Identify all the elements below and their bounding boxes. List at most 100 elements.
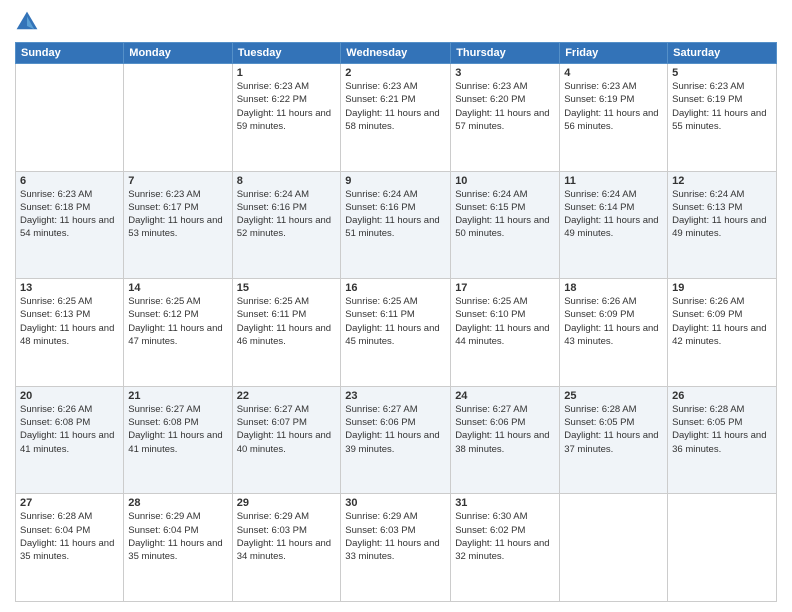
day-number: 29: [237, 497, 337, 509]
daylight-text: Daylight: 11 hours and 41 minutes.: [20, 430, 114, 454]
sunrise-text: Sunrise: 6:27 AM: [455, 404, 527, 415]
daylight-text: Daylight: 11 hours and 53 minutes.: [128, 215, 222, 239]
sunset-text: Sunset: 6:13 PM: [672, 202, 742, 213]
calendar-day-cell: 9 Sunrise: 6:24 AM Sunset: 6:16 PM Dayli…: [341, 171, 451, 279]
sunrise-text: Sunrise: 6:28 AM: [672, 404, 744, 415]
daylight-text: Daylight: 11 hours and 49 minutes.: [564, 215, 658, 239]
day-number: 1: [237, 67, 337, 79]
day-info: Sunrise: 6:29 AM Sunset: 6:03 PM Dayligh…: [345, 510, 446, 563]
sunset-text: Sunset: 6:21 PM: [345, 94, 415, 105]
daylight-text: Daylight: 11 hours and 44 minutes.: [455, 323, 549, 347]
day-number: 4: [564, 67, 663, 79]
calendar-day-cell: 28 Sunrise: 6:29 AM Sunset: 6:04 PM Dayl…: [124, 494, 232, 602]
calendar-day-cell: [124, 64, 232, 172]
day-info: Sunrise: 6:25 AM Sunset: 6:13 PM Dayligh…: [20, 295, 119, 348]
calendar-week-row: 20 Sunrise: 6:26 AM Sunset: 6:08 PM Dayl…: [16, 386, 777, 494]
sunrise-text: Sunrise: 6:27 AM: [345, 404, 417, 415]
sunset-text: Sunset: 6:09 PM: [564, 309, 634, 320]
sunset-text: Sunset: 6:22 PM: [237, 94, 307, 105]
day-number: 17: [455, 282, 555, 294]
day-number: 20: [20, 390, 119, 402]
calendar-header-row: SundayMondayTuesdayWednesdayThursdayFrid…: [16, 43, 777, 64]
sunset-text: Sunset: 6:05 PM: [564, 417, 634, 428]
sunrise-text: Sunrise: 6:24 AM: [455, 189, 527, 200]
day-number: 19: [672, 282, 772, 294]
sunrise-text: Sunrise: 6:28 AM: [564, 404, 636, 415]
sunset-text: Sunset: 6:02 PM: [455, 525, 525, 536]
daylight-text: Daylight: 11 hours and 49 minutes.: [672, 215, 766, 239]
calendar-day-cell: 24 Sunrise: 6:27 AM Sunset: 6:06 PM Dayl…: [451, 386, 560, 494]
sunset-text: Sunset: 6:03 PM: [237, 525, 307, 536]
sunrise-text: Sunrise: 6:29 AM: [237, 511, 309, 522]
sunrise-text: Sunrise: 6:28 AM: [20, 511, 92, 522]
calendar-day-cell: 19 Sunrise: 6:26 AM Sunset: 6:09 PM Dayl…: [668, 279, 777, 387]
sunset-text: Sunset: 6:09 PM: [672, 309, 742, 320]
daylight-text: Daylight: 11 hours and 54 minutes.: [20, 215, 114, 239]
daylight-text: Daylight: 11 hours and 42 minutes.: [672, 323, 766, 347]
sunset-text: Sunset: 6:03 PM: [345, 525, 415, 536]
weekday-header: Saturday: [668, 43, 777, 64]
calendar-day-cell: 5 Sunrise: 6:23 AM Sunset: 6:19 PM Dayli…: [668, 64, 777, 172]
daylight-text: Daylight: 11 hours and 40 minutes.: [237, 430, 331, 454]
sunrise-text: Sunrise: 6:23 AM: [564, 81, 636, 92]
weekday-header: Monday: [124, 43, 232, 64]
daylight-text: Daylight: 11 hours and 33 minutes.: [345, 538, 439, 562]
calendar-day-cell: 20 Sunrise: 6:26 AM Sunset: 6:08 PM Dayl…: [16, 386, 124, 494]
day-info: Sunrise: 6:25 AM Sunset: 6:11 PM Dayligh…: [237, 295, 337, 348]
weekday-header: Sunday: [16, 43, 124, 64]
sunset-text: Sunset: 6:18 PM: [20, 202, 90, 213]
calendar-day-cell: [16, 64, 124, 172]
calendar-day-cell: 25 Sunrise: 6:28 AM Sunset: 6:05 PM Dayl…: [560, 386, 668, 494]
day-info: Sunrise: 6:27 AM Sunset: 6:06 PM Dayligh…: [455, 403, 555, 456]
sunset-text: Sunset: 6:06 PM: [455, 417, 525, 428]
day-number: 12: [672, 175, 772, 187]
day-number: 6: [20, 175, 119, 187]
sunrise-text: Sunrise: 6:23 AM: [128, 189, 200, 200]
sunrise-text: Sunrise: 6:25 AM: [345, 296, 417, 307]
day-info: Sunrise: 6:24 AM Sunset: 6:14 PM Dayligh…: [564, 188, 663, 241]
sunset-text: Sunset: 6:08 PM: [20, 417, 90, 428]
calendar-day-cell: 1 Sunrise: 6:23 AM Sunset: 6:22 PM Dayli…: [232, 64, 341, 172]
day-info: Sunrise: 6:23 AM Sunset: 6:19 PM Dayligh…: [564, 80, 663, 133]
calendar-day-cell: 13 Sunrise: 6:25 AM Sunset: 6:13 PM Dayl…: [16, 279, 124, 387]
sunset-text: Sunset: 6:07 PM: [237, 417, 307, 428]
day-info: Sunrise: 6:28 AM Sunset: 6:04 PM Dayligh…: [20, 510, 119, 563]
day-info: Sunrise: 6:25 AM Sunset: 6:12 PM Dayligh…: [128, 295, 227, 348]
day-number: 31: [455, 497, 555, 509]
calendar-week-row: 27 Sunrise: 6:28 AM Sunset: 6:04 PM Dayl…: [16, 494, 777, 602]
day-number: 24: [455, 390, 555, 402]
daylight-text: Daylight: 11 hours and 50 minutes.: [455, 215, 549, 239]
day-number: 23: [345, 390, 446, 402]
daylight-text: Daylight: 11 hours and 34 minutes.: [237, 538, 331, 562]
day-info: Sunrise: 6:23 AM Sunset: 6:19 PM Dayligh…: [672, 80, 772, 133]
weekday-header: Tuesday: [232, 43, 341, 64]
daylight-text: Daylight: 11 hours and 39 minutes.: [345, 430, 439, 454]
sunset-text: Sunset: 6:19 PM: [672, 94, 742, 105]
day-number: 14: [128, 282, 227, 294]
daylight-text: Daylight: 11 hours and 41 minutes.: [128, 430, 222, 454]
sunset-text: Sunset: 6:10 PM: [455, 309, 525, 320]
daylight-text: Daylight: 11 hours and 56 minutes.: [564, 108, 658, 132]
calendar-day-cell: 22 Sunrise: 6:27 AM Sunset: 6:07 PM Dayl…: [232, 386, 341, 494]
day-info: Sunrise: 6:23 AM Sunset: 6:21 PM Dayligh…: [345, 80, 446, 133]
day-info: Sunrise: 6:23 AM Sunset: 6:20 PM Dayligh…: [455, 80, 555, 133]
day-info: Sunrise: 6:23 AM Sunset: 6:18 PM Dayligh…: [20, 188, 119, 241]
day-info: Sunrise: 6:25 AM Sunset: 6:10 PM Dayligh…: [455, 295, 555, 348]
sunset-text: Sunset: 6:12 PM: [128, 309, 198, 320]
daylight-text: Daylight: 11 hours and 48 minutes.: [20, 323, 114, 347]
calendar-table: SundayMondayTuesdayWednesdayThursdayFrid…: [15, 42, 777, 602]
day-number: 25: [564, 390, 663, 402]
sunrise-text: Sunrise: 6:25 AM: [237, 296, 309, 307]
calendar-day-cell: 4 Sunrise: 6:23 AM Sunset: 6:19 PM Dayli…: [560, 64, 668, 172]
daylight-text: Daylight: 11 hours and 59 minutes.: [237, 108, 331, 132]
calendar-day-cell: 12 Sunrise: 6:24 AM Sunset: 6:13 PM Dayl…: [668, 171, 777, 279]
day-number: 26: [672, 390, 772, 402]
sunrise-text: Sunrise: 6:25 AM: [128, 296, 200, 307]
day-info: Sunrise: 6:24 AM Sunset: 6:16 PM Dayligh…: [345, 188, 446, 241]
sunrise-text: Sunrise: 6:23 AM: [672, 81, 744, 92]
logo-icon: [15, 10, 39, 34]
day-info: Sunrise: 6:24 AM Sunset: 6:13 PM Dayligh…: [672, 188, 772, 241]
sunset-text: Sunset: 6:14 PM: [564, 202, 634, 213]
day-number: 27: [20, 497, 119, 509]
day-number: 28: [128, 497, 227, 509]
